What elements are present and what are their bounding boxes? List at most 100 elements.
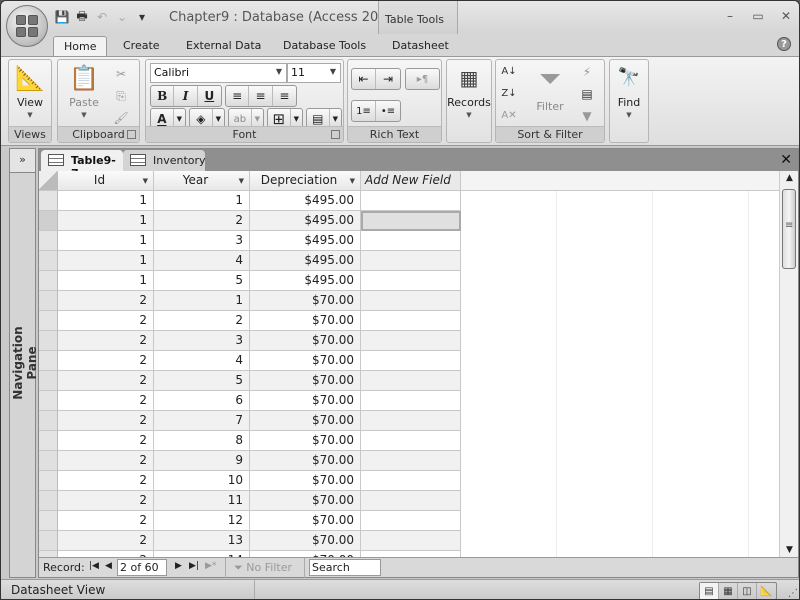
last-record-icon[interactable]: ▶| — [189, 561, 199, 571]
row-selector[interactable] — [39, 291, 58, 311]
font-name-combo[interactable]: Calibri ▼ — [150, 63, 287, 83]
cell-depreciation[interactable]: $70.00 — [250, 331, 361, 351]
cell-add-new-field[interactable] — [361, 231, 461, 251]
format-painter-icon[interactable]: 🖌 — [110, 108, 132, 128]
cell-add-new-field[interactable] — [361, 311, 461, 331]
table-row[interactable]: 2 11 $70.00 — [39, 491, 779, 511]
cell-add-new-field[interactable] — [361, 491, 461, 511]
undo-icon[interactable]: ↶ — [95, 10, 109, 24]
cell-depreciation[interactable]: $70.00 — [250, 511, 361, 531]
cell-id[interactable]: 2 — [58, 411, 154, 431]
row-selector[interactable] — [39, 351, 58, 371]
cell-id[interactable]: 2 — [58, 531, 154, 551]
find-button[interactable]: 🔭 Find ▼ — [610, 64, 648, 119]
tab-datasheet[interactable]: Datasheet — [392, 36, 449, 56]
previous-record-icon[interactable]: ◀ — [105, 561, 112, 571]
column-header-id[interactable]: Id ▼ — [58, 171, 154, 191]
table-row[interactable]: 2 5 $70.00 — [39, 371, 779, 391]
table-row[interactable]: 2 7 $70.00 — [39, 411, 779, 431]
cell-year[interactable]: 13 — [154, 531, 250, 551]
search-input[interactable]: Search — [309, 559, 381, 576]
clear-sort-icon[interactable]: A✕ — [498, 106, 520, 126]
row-selector[interactable] — [39, 391, 58, 411]
table-row[interactable]: 2 13 $70.00 — [39, 531, 779, 551]
cell-id[interactable]: 2 — [58, 431, 154, 451]
cell-year[interactable]: 8 — [154, 431, 250, 451]
cell-id[interactable]: 1 — [58, 271, 154, 291]
maximize-button[interactable]: ▭ — [751, 9, 765, 23]
chevron-down-icon[interactable]: ▼ — [350, 177, 355, 185]
datasheet-view-icon[interactable]: ▤ — [700, 583, 719, 599]
dialog-launcher-icon[interactable] — [331, 130, 340, 139]
table-row[interactable]: 2 4 $70.00 — [39, 351, 779, 371]
resize-grip-icon[interactable]: ⋰ — [788, 588, 798, 599]
pivottable-view-icon[interactable]: ▦ — [719, 583, 738, 599]
next-record-icon[interactable]: ▶ — [175, 561, 182, 571]
cell-depreciation[interactable]: $495.00 — [250, 231, 361, 251]
cell-id[interactable]: 1 — [58, 231, 154, 251]
cell-depreciation[interactable]: $70.00 — [250, 391, 361, 411]
scroll-down-arrow-icon[interactable]: ▼ — [780, 545, 799, 555]
row-selector[interactable] — [39, 431, 58, 451]
close-button[interactable]: ✕ — [779, 9, 793, 23]
bullets-icon[interactable]: •≡ — [376, 101, 400, 121]
cell-depreciation[interactable]: $70.00 — [250, 411, 361, 431]
vertical-scrollbar[interactable]: ▲ ▼ — [779, 171, 798, 557]
filter-button[interactable]: ⏷ Filter — [528, 62, 572, 113]
office-button[interactable] — [6, 5, 48, 47]
filter-status-button[interactable]: ⏷ No Filter — [225, 558, 305, 578]
first-record-icon[interactable]: |◀ — [89, 561, 99, 571]
row-selector[interactable] — [39, 411, 58, 431]
cell-depreciation[interactable]: $70.00 — [250, 471, 361, 491]
row-selector[interactable] — [39, 371, 58, 391]
underline-button[interactable]: U — [198, 86, 221, 106]
table-row[interactable]: 1 2 $495.00 — [39, 211, 779, 231]
table-row[interactable]: 2 12 $70.00 — [39, 511, 779, 531]
font-size-combo[interactable]: 11 ▼ — [287, 63, 341, 83]
cell-year[interactable]: 1 — [154, 291, 250, 311]
cell-year[interactable]: 4 — [154, 351, 250, 371]
italic-button[interactable]: I — [174, 86, 198, 106]
table-row[interactable]: 1 5 $495.00 — [39, 271, 779, 291]
cell-year[interactable]: 2 — [154, 311, 250, 331]
row-selector[interactable] — [39, 271, 58, 291]
undo-dropdown-icon[interactable]: ⌄ — [115, 10, 129, 24]
cell-add-new-field[interactable] — [361, 411, 461, 431]
chevron-down-icon[interactable]: ▼ — [239, 177, 244, 185]
cell-year[interactable]: 1 — [154, 191, 250, 211]
align-center-button[interactable]: ≡ — [249, 86, 273, 106]
save-icon[interactable]: 💾 — [55, 10, 70, 24]
current-record-input[interactable]: 2 of 60 — [117, 559, 167, 576]
table-row[interactable]: 2 2 $70.00 — [39, 311, 779, 331]
cell-add-new-field[interactable] — [361, 291, 461, 311]
row-selector[interactable] — [39, 191, 58, 211]
cell-year[interactable]: 3 — [154, 231, 250, 251]
row-selector[interactable] — [39, 251, 58, 271]
doc-tab-inventory[interactable]: Inventory — [123, 150, 206, 171]
row-selector[interactable] — [39, 491, 58, 511]
paste-button[interactable]: 📋 Paste ▼ — [62, 64, 106, 119]
cell-id[interactable]: 2 — [58, 451, 154, 471]
cell-id[interactable]: 2 — [58, 331, 154, 351]
align-right-button[interactable]: ≡ — [273, 86, 296, 106]
chevron-down-icon[interactable]: ▼ — [143, 177, 148, 185]
table-row[interactable]: 2 8 $70.00 — [39, 431, 779, 451]
cell-add-new-field[interactable] — [361, 191, 461, 211]
tab-database-tools[interactable]: Database Tools — [283, 36, 366, 56]
cell-depreciation[interactable]: $495.00 — [250, 251, 361, 271]
cell-id[interactable]: 2 — [58, 491, 154, 511]
cell-year[interactable]: 4 — [154, 251, 250, 271]
cell-depreciation[interactable]: $70.00 — [250, 291, 361, 311]
select-all-button[interactable] — [39, 171, 58, 191]
minimize-button[interactable]: – — [723, 9, 737, 23]
cell-id[interactable]: 2 — [58, 311, 154, 331]
table-row[interactable]: 1 3 $495.00 — [39, 231, 779, 251]
help-icon[interactable]: ? — [777, 37, 791, 51]
table-row[interactable]: 2 10 $70.00 — [39, 471, 779, 491]
cell-id[interactable]: 2 — [58, 291, 154, 311]
navigation-pane-label[interactable]: Navigation Pane — [11, 308, 39, 418]
decrease-indent-icon[interactable]: ⇤ — [352, 69, 377, 89]
cell-id[interactable]: 2 — [58, 471, 154, 491]
design-view-icon[interactable]: 📐 — [757, 583, 776, 599]
cell-id[interactable]: 1 — [58, 191, 154, 211]
